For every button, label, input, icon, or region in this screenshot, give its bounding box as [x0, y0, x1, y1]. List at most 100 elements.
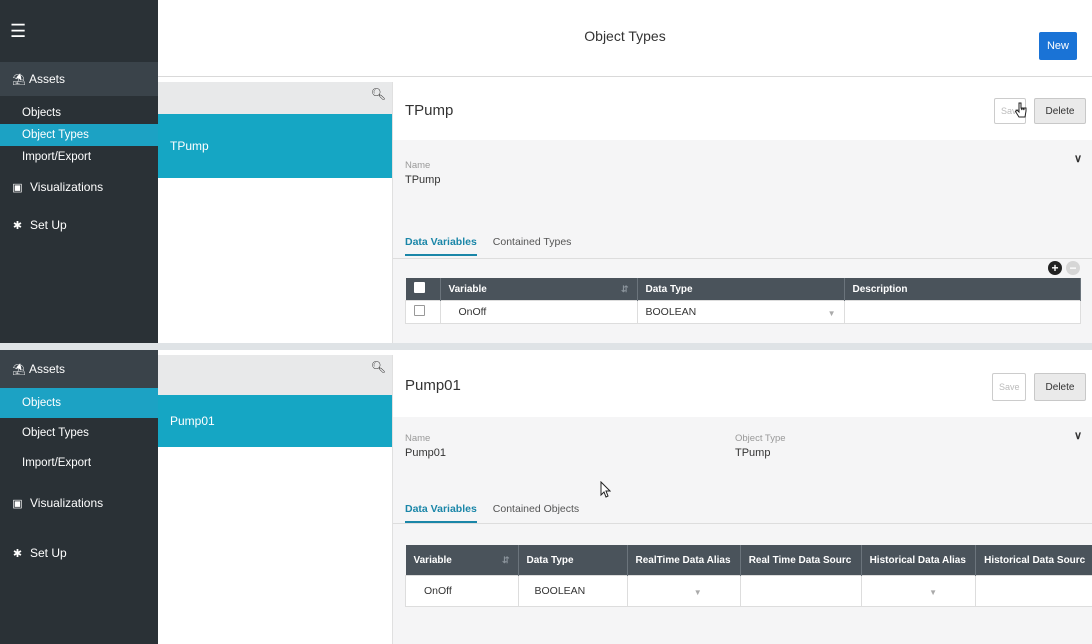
table-row: OnOff BOOLEAN ▼ — [405, 300, 1081, 324]
table-header-row: Variable ⇵ Data Type RealTime Data Alias … — [405, 545, 1092, 576]
detail-title: TPump — [405, 102, 454, 119]
search-input[interactable]: 🔍︎ — [158, 82, 392, 114]
variables-table: Variable ⇵ Data Type Description OnOff BO… — [405, 278, 1081, 324]
search-input[interactable]: 🔍︎ — [158, 355, 392, 395]
cell-historical-alias-select[interactable]: ▼ — [860, 575, 977, 607]
sidebar-item-object-types[interactable]: Object Types — [0, 418, 158, 448]
detail-pane: TPump Save Delete ∨ Name TPump Data Vari… — [393, 82, 1092, 343]
name-value: TPump — [405, 174, 441, 186]
detail-body: ∨ Name Pump01 Object Type TPump Data Var… — [393, 417, 1092, 644]
sort-icon[interactable]: ⇵ — [621, 284, 629, 295]
object-list: 🔍︎ Pump01 — [158, 355, 393, 644]
name-label: Name — [405, 160, 431, 171]
hand-cursor-icon — [1014, 102, 1027, 118]
column-header-historical-source: Historical Data Sourc — [975, 545, 1092, 576]
list-item[interactable]: Pump01 — [158, 395, 392, 447]
cell-variable[interactable]: OnOff — [405, 575, 519, 607]
page-title: Object Types — [584, 28, 666, 44]
column-header-variable[interactable]: Variable ⇵ — [440, 278, 638, 301]
cell-realtime-source[interactable] — [739, 575, 862, 607]
new-button[interactable]: New — [1039, 32, 1077, 60]
row-checkbox[interactable] — [405, 300, 441, 324]
cell-historical-source[interactable] — [975, 575, 1092, 607]
dropdown-caret-icon: ▼ — [693, 588, 702, 597]
dropdown-caret-icon: ▼ — [929, 588, 938, 597]
sidebar-item-import-export[interactable]: Import/Export — [0, 448, 158, 478]
search-icon[interactable]: 🔍︎ — [371, 360, 386, 374]
tab-data-variables[interactable]: Data Variables — [405, 236, 477, 256]
sidebar-item-object-types[interactable]: Object Types — [0, 124, 158, 146]
chevron-down-icon[interactable]: ∨ — [1074, 152, 1082, 165]
sidebar-item-visualizations[interactable]: ▣ Visualizations — [0, 168, 158, 206]
detail-title: Pump01 — [405, 377, 461, 394]
column-header-data-type: Data Type — [637, 278, 845, 301]
sidebar-item-objects[interactable]: Objects — [0, 102, 158, 124]
sidebar-item-objects[interactable]: Objects — [0, 388, 158, 418]
list-item[interactable]: TPump — [158, 114, 392, 178]
remove-icon[interactable]: − — [1066, 261, 1080, 275]
name-field: Name Pump01 — [405, 433, 446, 459]
sidebar-section-assets[interactable]: ⛱ Assets — [0, 350, 158, 388]
image-icon: ▣ — [12, 181, 23, 194]
sidebar-item-setup[interactable]: ✱ Set Up — [0, 528, 158, 578]
column-header-data-type: Data Type — [518, 545, 628, 576]
sidebar-item-label: Set Up — [30, 218, 67, 232]
cell-realtime-alias-select[interactable]: ▼ — [626, 575, 741, 607]
sidebar-item-label: Set Up — [30, 546, 67, 560]
cell-variable[interactable]: OnOff — [439, 300, 638, 324]
object-type-field: Object Type TPump — [735, 433, 786, 459]
column-header-realtime-alias: RealTime Data Alias — [627, 545, 741, 576]
save-button[interactable]: Save — [992, 373, 1026, 401]
sidebar-section-assets[interactable]: ⛱ Assets — [0, 62, 158, 96]
name-label: Name — [405, 433, 431, 444]
object-type-list: 🔍︎ TPump — [158, 82, 393, 343]
sidebar: ⛱ Assets Objects Object Types Import/Exp… — [0, 350, 158, 644]
arrow-cursor-icon — [600, 481, 611, 498]
search-icon[interactable]: 🔍︎ — [371, 87, 386, 101]
tab-contained-types[interactable]: Contained Types — [493, 236, 572, 256]
list-item-label: Pump01 — [170, 414, 215, 428]
divider — [393, 523, 1092, 524]
object-type-label: Object Type — [735, 433, 786, 444]
dropdown-caret-icon: ▼ — [827, 309, 836, 318]
gear-icon: ✱ — [12, 547, 23, 560]
detail-pane: Pump01 Save Delete ∨ Name Pump01 Object … — [393, 355, 1092, 644]
table-header-row: Variable ⇵ Data Type Description — [405, 278, 1081, 301]
assets-icon: ⛱ — [12, 73, 26, 86]
divider — [393, 258, 1092, 259]
cell-data-type: BOOLEAN — [517, 575, 628, 607]
sidebar-item-label: Visualizations — [30, 180, 104, 194]
list-item-label: TPump — [170, 139, 209, 153]
object-type-value: TPump — [735, 447, 771, 459]
cell-description[interactable] — [843, 300, 1081, 324]
image-icon: ▣ — [12, 497, 23, 510]
divider — [0, 343, 1092, 350]
row-actions: + − — [1048, 261, 1080, 275]
sidebar-section-label: Assets — [29, 362, 66, 376]
select-all-checkbox[interactable] — [405, 278, 441, 301]
tab-data-variables[interactable]: Data Variables — [405, 503, 477, 523]
top-bar: Object Types New — [158, 0, 1092, 77]
tab-bar: Data Variables Contained Objects — [405, 503, 579, 523]
column-header-description: Description — [844, 278, 1081, 301]
tab-contained-objects[interactable]: Contained Objects — [493, 503, 579, 523]
objects-screen: ⛱ Assets Objects Object Types Import/Exp… — [0, 350, 1092, 644]
delete-button[interactable]: Delete — [1034, 373, 1086, 401]
detail-body: ∨ Name TPump Data Variables Contained Ty… — [393, 140, 1092, 343]
cell-data-type-select[interactable]: BOOLEAN ▼ — [636, 300, 845, 324]
sidebar: ☰ ⛱ Assets Objects Object Types Import/E… — [0, 0, 158, 343]
detail-header: Pump01 Save Delete — [393, 355, 1092, 418]
tab-bar: Data Variables Contained Types — [405, 236, 571, 256]
sidebar-item-visualizations[interactable]: ▣ Visualizations — [0, 478, 158, 528]
sidebar-item-setup[interactable]: ✱ Set Up — [0, 206, 158, 244]
sort-icon[interactable]: ⇵ — [502, 555, 510, 566]
hamburger-menu-icon[interactable]: ☰ — [0, 0, 158, 62]
sidebar-item-import-export[interactable]: Import/Export — [0, 146, 158, 168]
sidebar-item-label: Visualizations — [30, 496, 104, 510]
delete-button[interactable]: Delete — [1034, 98, 1086, 124]
column-header-variable[interactable]: Variable ⇵ — [405, 545, 519, 576]
detail-header: TPump Save Delete — [393, 82, 1092, 141]
assets-icon: ⛱ — [12, 363, 26, 376]
add-icon[interactable]: + — [1048, 261, 1062, 275]
chevron-down-icon[interactable]: ∨ — [1074, 429, 1082, 442]
